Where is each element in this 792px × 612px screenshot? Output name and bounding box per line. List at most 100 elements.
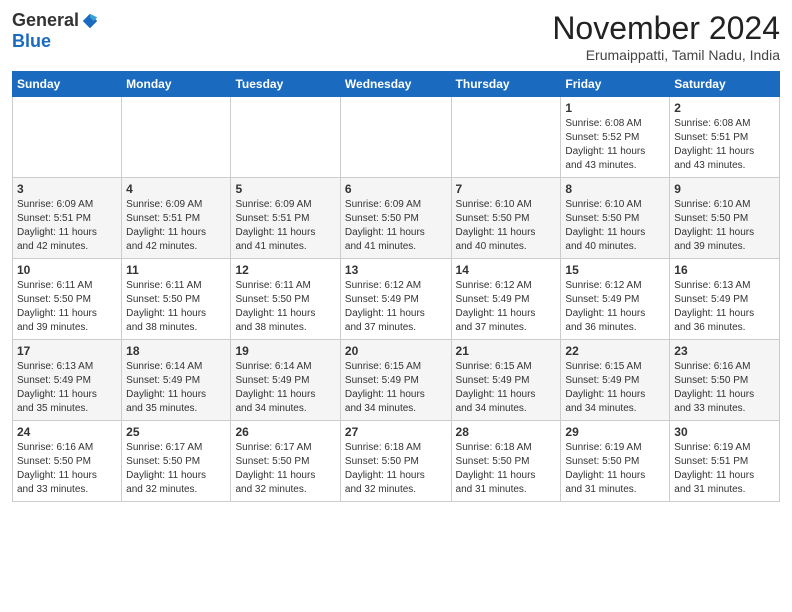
calendar-cell: 28 Sunrise: 6:18 AM Sunset: 5:50 PM Dayli… bbox=[451, 421, 561, 502]
calendar-day-header: Sunday bbox=[13, 72, 122, 97]
calendar-week-row: 17Sunrise: 6:13 AM Sunset: 5:49 PM Dayli… bbox=[13, 340, 780, 421]
calendar-cell: 18Sunrise: 6:14 AM Sunset: 5:49 PM Dayli… bbox=[122, 340, 231, 421]
calendar-day-header: Thursday bbox=[451, 72, 561, 97]
calendar-cell: 26Sunrise: 6:17 AM Sunset: 5:50 PM Dayli… bbox=[231, 421, 340, 502]
calendar-cell: 9Sunrise: 6:10 AM Sunset: 5:50 PM Daylig… bbox=[670, 178, 780, 259]
day-number: 11 bbox=[126, 263, 226, 277]
day-number: 2 bbox=[674, 101, 775, 115]
calendar-cell: 30Sunrise: 6:19 AM Sunset: 5:51 PM Dayli… bbox=[670, 421, 780, 502]
calendar-cell: 13Sunrise: 6:12 AM Sunset: 5:49 PM Dayli… bbox=[340, 259, 451, 340]
calendar-cell: 23 Sunrise: 6:16 AM Sunset: 5:50 PM Dayli… bbox=[670, 340, 780, 421]
calendar-cell: 12Sunrise: 6:11 AM Sunset: 5:50 PM Dayli… bbox=[231, 259, 340, 340]
calendar-header-row: SundayMondayTuesdayWednesdayThursdayFrid… bbox=[13, 72, 780, 97]
calendar-cell: 17Sunrise: 6:13 AM Sunset: 5:49 PM Dayli… bbox=[13, 340, 122, 421]
day-number: 8 bbox=[565, 182, 665, 196]
logo-blue-text: Blue bbox=[12, 31, 51, 52]
day-info: Sunrise: 6:09 AM Sunset: 5:51 PM Dayligh… bbox=[126, 198, 226, 254]
day-info: Sunrise: 6:11 AM Sunset: 5:50 PM Dayligh… bbox=[235, 279, 335, 335]
calendar-cell: 6 Sunrise: 6:09 AM Sunset: 5:50 PM Daylig… bbox=[340, 178, 451, 259]
day-info: Sunrise: 6:09 AM Sunset: 5:51 PM Dayligh… bbox=[17, 198, 117, 254]
day-info: Sunrise: 6:11 AM Sunset: 5:50 PM Dayligh… bbox=[126, 279, 226, 335]
calendar-table: SundayMondayTuesdayWednesdayThursdayFrid… bbox=[12, 71, 780, 502]
day-info: Sunrise: 6:10 AM Sunset: 5:50 PM Dayligh… bbox=[565, 198, 665, 254]
day-number: 27 bbox=[345, 425, 447, 439]
day-info: Sunrise: 6:14 AM Sunset: 5:49 PM Dayligh… bbox=[235, 360, 335, 416]
day-info: Sunrise: 6:08 AM Sunset: 5:51 PM Dayligh… bbox=[674, 117, 775, 173]
day-info: Sunrise: 6:15 AM Sunset: 5:49 PM Dayligh… bbox=[456, 360, 557, 416]
calendar-cell: 16 Sunrise: 6:13 AM Sunset: 5:49 PM Dayli… bbox=[670, 259, 780, 340]
day-number: 23 bbox=[674, 344, 775, 358]
calendar-cell: 1Sunrise: 6:08 AM Sunset: 5:52 PM Daylig… bbox=[561, 97, 670, 178]
calendar-day-header: Monday bbox=[122, 72, 231, 97]
day-info: Sunrise: 6:17 AM Sunset: 5:50 PM Dayligh… bbox=[235, 441, 335, 497]
location: Erumaippatti, Tamil Nadu, India bbox=[552, 47, 780, 63]
day-number: 22 bbox=[565, 344, 665, 358]
day-number: 18 bbox=[126, 344, 226, 358]
day-number: 17 bbox=[17, 344, 117, 358]
day-info: Sunrise: 6:17 AM Sunset: 5:50 PM Dayligh… bbox=[126, 441, 226, 497]
calendar-cell bbox=[231, 97, 340, 178]
day-number: 30 bbox=[674, 425, 775, 439]
day-info: Sunrise: 6:10 AM Sunset: 5:50 PM Dayligh… bbox=[456, 198, 557, 254]
day-info: Sunrise: 6:12 AM Sunset: 5:49 PM Dayligh… bbox=[565, 279, 665, 335]
calendar-cell: 4 Sunrise: 6:09 AM Sunset: 5:51 PM Daylig… bbox=[122, 178, 231, 259]
day-info: Sunrise: 6:15 AM Sunset: 5:49 PM Dayligh… bbox=[565, 360, 665, 416]
calendar-cell: 2 Sunrise: 6:08 AM Sunset: 5:51 PM Daylig… bbox=[670, 97, 780, 178]
logo: General Blue bbox=[12, 10, 99, 52]
day-number: 7 bbox=[456, 182, 557, 196]
month-title: November 2024 bbox=[552, 10, 780, 47]
day-info: Sunrise: 6:12 AM Sunset: 5:49 PM Dayligh… bbox=[345, 279, 447, 335]
day-info: Sunrise: 6:08 AM Sunset: 5:52 PM Dayligh… bbox=[565, 117, 665, 173]
day-info: Sunrise: 6:12 AM Sunset: 5:49 PM Dayligh… bbox=[456, 279, 557, 335]
calendar-day-header: Saturday bbox=[670, 72, 780, 97]
calendar-cell: 20Sunrise: 6:15 AM Sunset: 5:49 PM Dayli… bbox=[340, 340, 451, 421]
calendar-cell: 15Sunrise: 6:12 AM Sunset: 5:49 PM Dayli… bbox=[561, 259, 670, 340]
day-info: Sunrise: 6:09 AM Sunset: 5:51 PM Dayligh… bbox=[235, 198, 335, 254]
day-info: Sunrise: 6:13 AM Sunset: 5:49 PM Dayligh… bbox=[674, 279, 775, 335]
day-info: Sunrise: 6:16 AM Sunset: 5:50 PM Dayligh… bbox=[674, 360, 775, 416]
day-info: Sunrise: 6:11 AM Sunset: 5:50 PM Dayligh… bbox=[17, 279, 117, 335]
logo-icon bbox=[81, 12, 99, 30]
day-number: 29 bbox=[565, 425, 665, 439]
calendar-day-header: Friday bbox=[561, 72, 670, 97]
calendar-cell: 27 Sunrise: 6:18 AM Sunset: 5:50 PM Dayli… bbox=[340, 421, 451, 502]
calendar-cell: 3 Sunrise: 6:09 AM Sunset: 5:51 PM Daylig… bbox=[13, 178, 122, 259]
calendar-week-row: 10 Sunrise: 6:11 AM Sunset: 5:50 PM Dayli… bbox=[13, 259, 780, 340]
day-info: Sunrise: 6:18 AM Sunset: 5:50 PM Dayligh… bbox=[456, 441, 557, 497]
calendar-week-row: 3 Sunrise: 6:09 AM Sunset: 5:51 PM Daylig… bbox=[13, 178, 780, 259]
day-info: Sunrise: 6:18 AM Sunset: 5:50 PM Dayligh… bbox=[345, 441, 447, 497]
calendar-cell: 24Sunrise: 6:16 AM Sunset: 5:50 PM Dayli… bbox=[13, 421, 122, 502]
calendar-week-row: 24Sunrise: 6:16 AM Sunset: 5:50 PM Dayli… bbox=[13, 421, 780, 502]
day-info: Sunrise: 6:09 AM Sunset: 5:50 PM Dayligh… bbox=[345, 198, 447, 254]
day-number: 21 bbox=[456, 344, 557, 358]
calendar-day-header: Wednesday bbox=[340, 72, 451, 97]
calendar-cell bbox=[340, 97, 451, 178]
calendar-cell: 29 Sunrise: 6:19 AM Sunset: 5:50 PM Dayli… bbox=[561, 421, 670, 502]
header: General Blue November 2024 Erumaippatti,… bbox=[12, 10, 780, 63]
day-number: 28 bbox=[456, 425, 557, 439]
day-number: 4 bbox=[126, 182, 226, 196]
day-number: 10 bbox=[17, 263, 117, 277]
day-number: 3 bbox=[17, 182, 117, 196]
calendar-cell: 19 Sunrise: 6:14 AM Sunset: 5:49 PM Dayli… bbox=[231, 340, 340, 421]
day-number: 24 bbox=[17, 425, 117, 439]
title-section: November 2024 Erumaippatti, Tamil Nadu, … bbox=[552, 10, 780, 63]
calendar-cell: 7 Sunrise: 6:10 AM Sunset: 5:50 PM Daylig… bbox=[451, 178, 561, 259]
day-number: 16 bbox=[674, 263, 775, 277]
calendar-week-row: 1Sunrise: 6:08 AM Sunset: 5:52 PM Daylig… bbox=[13, 97, 780, 178]
logo-general-text: General bbox=[12, 10, 79, 31]
day-info: Sunrise: 6:15 AM Sunset: 5:49 PM Dayligh… bbox=[345, 360, 447, 416]
calendar-cell: 5Sunrise: 6:09 AM Sunset: 5:51 PM Daylig… bbox=[231, 178, 340, 259]
calendar-cell bbox=[13, 97, 122, 178]
day-number: 9 bbox=[674, 182, 775, 196]
calendar-cell: 21 Sunrise: 6:15 AM Sunset: 5:49 PM Dayli… bbox=[451, 340, 561, 421]
calendar-cell: 22 Sunrise: 6:15 AM Sunset: 5:49 PM Dayli… bbox=[561, 340, 670, 421]
calendar-cell: 25Sunrise: 6:17 AM Sunset: 5:50 PM Dayli… bbox=[122, 421, 231, 502]
calendar-cell: 8 Sunrise: 6:10 AM Sunset: 5:50 PM Daylig… bbox=[561, 178, 670, 259]
day-number: 6 bbox=[345, 182, 447, 196]
day-info: Sunrise: 6:19 AM Sunset: 5:50 PM Dayligh… bbox=[565, 441, 665, 497]
day-number: 14 bbox=[456, 263, 557, 277]
calendar-cell bbox=[122, 97, 231, 178]
day-number: 19 bbox=[235, 344, 335, 358]
calendar-cell: 14 Sunrise: 6:12 AM Sunset: 5:49 PM Dayli… bbox=[451, 259, 561, 340]
